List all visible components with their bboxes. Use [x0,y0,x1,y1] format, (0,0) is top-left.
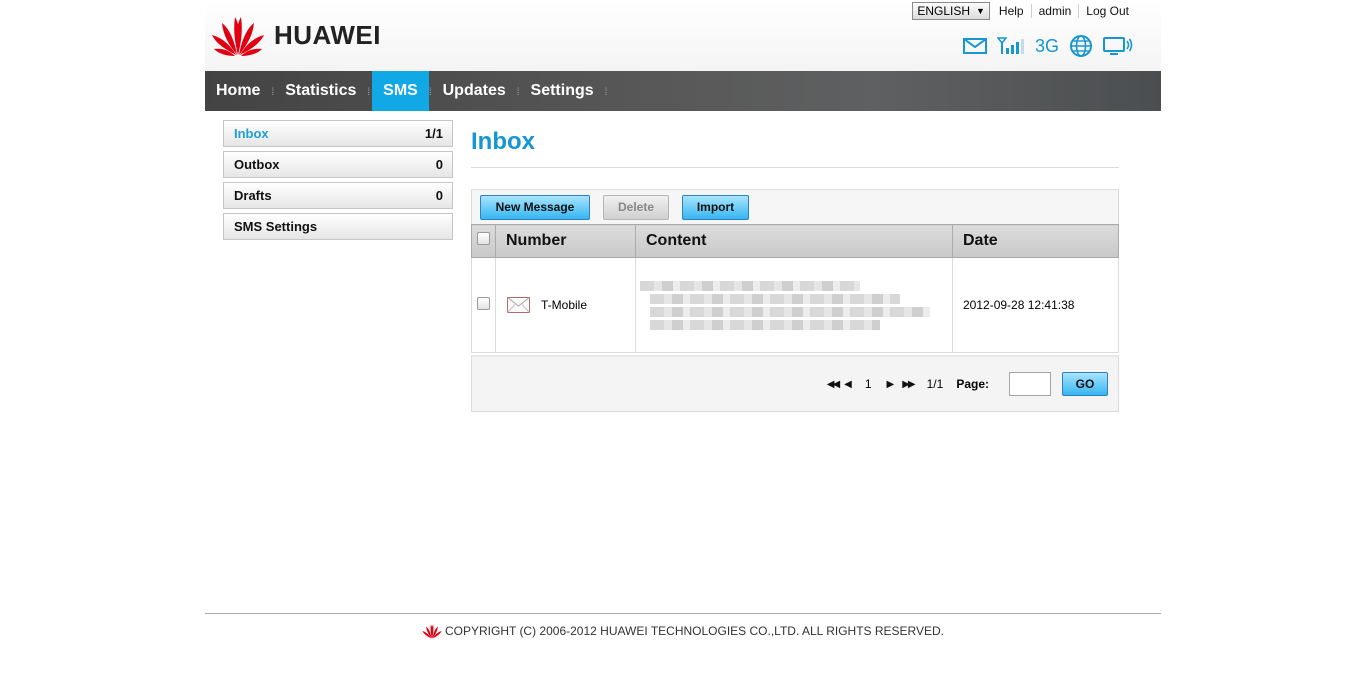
new-message-button[interactable]: New Message [480,194,590,220]
page-total: 1/1 [926,377,944,391]
number-cell: T-Mobile [495,257,636,353]
pagination: ◀◀ ◀ 1 ▶ ▶▶ 1/1 Page: GO [471,355,1119,412]
status-bar: 3G [962,34,1133,58]
copyright-text: COPYRIGHT (C) 2006-2012 HUAWEI TECHNOLOG… [444,624,945,638]
page-label: Page: [956,377,989,391]
top-links: ENGLISH ▼ Help admin Log Out [912,2,1136,20]
sidebar-item-count: 0 [435,188,443,203]
envelope-icon[interactable] [962,38,987,54]
sidebar: Inbox 1/1 Outbox 0 Drafts 0 SMS Settings [223,120,453,244]
sidebar-item-drafts[interactable]: Drafts 0 [223,182,453,209]
logout-link[interactable]: Log Out [1078,4,1136,18]
next-page-icon[interactable]: ▶ [884,379,896,390]
date-cell: 2012-09-28 12:41:38 [952,257,1119,353]
table-row[interactable]: T-Mobile 2012-09-28 12:41:38 [471,257,1119,353]
footer-content: COPYRIGHT (C) 2006-2012 HUAWEI TECHNOLOG… [205,622,1161,640]
go-button[interactable]: GO [1062,372,1108,396]
user-link[interactable]: admin [1030,4,1079,18]
page-wrapper: HUAWEI ENGLISH ▼ Help admin Log Out 3G H… [205,0,1161,412]
sidebar-item-outbox[interactable]: Outbox 0 [223,151,453,178]
main-nav: Home ⁞ Statistics ⁞ SMS ⁞ Updates ⁞ Sett… [205,71,1161,111]
page-title: Inbox [471,128,1119,168]
sidebar-item-count: 1/1 [424,126,443,141]
import-button[interactable]: Import [682,194,749,220]
column-header-content[interactable]: Content [635,224,953,258]
select-all-checkbox[interactable] [477,232,490,245]
language-select[interactable]: ENGLISH ▼ [912,2,990,20]
prev-page-icon[interactable]: ◀ [841,379,853,390]
message-table: Number Content Date T-Mobile 2012-09-28 … [471,224,1119,353]
message-toolbar: New Message Delete Import [471,189,1119,224]
sidebar-item-count: 0 [435,157,443,172]
huawei-small-logo-icon [422,624,442,639]
footer: COPYRIGHT (C) 2006-2012 HUAWEI TECHNOLOG… [205,613,1161,640]
monitor-icon [1103,37,1133,55]
network-type: 3G [1034,35,1059,56]
sidebar-item-label: Outbox [234,157,280,172]
nav-settings[interactable]: Settings [520,71,605,111]
sender-number: T-Mobile [541,298,588,312]
select-all-cell [471,224,496,258]
sidebar-item-label: Inbox [234,126,269,141]
last-page-icon[interactable]: ▶▶ [899,379,916,390]
first-page-icon[interactable]: ◀◀ [824,379,841,390]
column-header-number[interactable]: Number [495,224,636,258]
content-redacted [640,280,948,330]
header: HUAWEI ENGLISH ▼ Help admin Log Out 3G [205,0,1161,71]
nav-home[interactable]: Home [205,71,271,111]
column-header-date[interactable]: Date [952,224,1119,258]
content-cell[interactable] [635,257,953,353]
nav-sms[interactable]: SMS [372,71,429,111]
sidebar-item-label: Drafts [234,188,272,203]
nav-statistics[interactable]: Statistics [274,71,367,111]
nav-separator: ⁞ [604,87,608,98]
huawei-flower-icon [212,17,264,56]
globe-icon [1070,35,1092,57]
main-content: Inbox New Message Delete Import Number C… [471,120,1119,412]
row-checkbox[interactable] [477,297,490,310]
current-page[interactable]: 1 [865,377,872,391]
help-link[interactable]: Help [990,4,1031,18]
huawei-logo: HUAWEI [211,13,381,57]
delete-button[interactable]: Delete [603,194,669,220]
sidebar-item-label: SMS Settings [234,219,318,234]
row-select-cell [471,257,496,353]
language-value: ENGLISH [917,4,970,18]
nav-updates[interactable]: Updates [432,71,517,111]
signal-icon [996,37,1024,54]
sidebar-item-inbox[interactable]: Inbox 1/1 [223,120,453,147]
page-number-input[interactable] [1009,372,1051,396]
table-header-row: Number Content Date [471,224,1119,258]
brand-name: HUAWEI [274,19,381,50]
message-envelope-icon [507,297,530,313]
nav-separator: ⁞ [367,87,371,98]
dropdown-arrow-icon: ▼ [976,6,985,16]
sidebar-item-sms-settings[interactable]: SMS Settings [223,213,453,240]
